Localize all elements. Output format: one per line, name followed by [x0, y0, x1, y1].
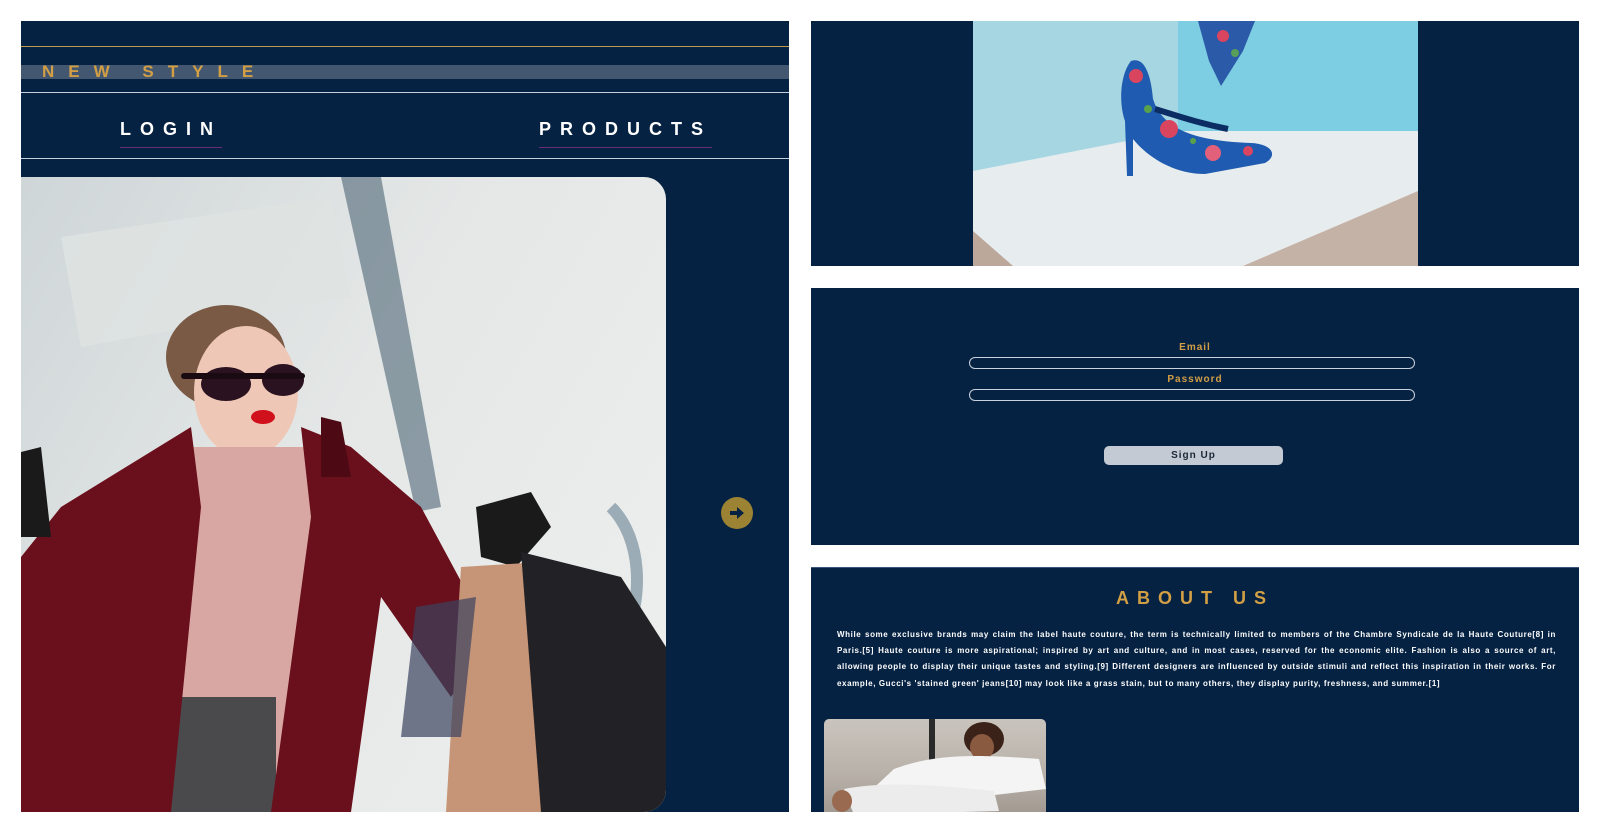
hero-illustration — [21, 177, 666, 812]
hero-image-woman-shopping — [21, 177, 666, 812]
about-us-panel: ABOUT US While some exclusive brands may… — [811, 567, 1579, 812]
about-title: ABOUT US — [1116, 588, 1274, 608]
featured-product-panel — [811, 21, 1579, 266]
nav-products-link[interactable]: PRODUCTS — [539, 117, 713, 148]
email-field[interactable] — [969, 357, 1415, 369]
about-body: While some exclusive brands may claim th… — [837, 630, 1556, 688]
about-photo-illustration — [832, 719, 1046, 812]
email-label: Email — [1179, 342, 1211, 353]
nav-login-link[interactable]: LOGIN — [120, 117, 222, 148]
password-field[interactable] — [969, 389, 1415, 401]
featured-shoe-image[interactable] — [973, 21, 1418, 266]
password-label: Password — [1167, 374, 1223, 385]
header-rule-middle — [21, 92, 789, 93]
next-slide-button[interactable] — [721, 497, 753, 529]
arrow-right-icon — [730, 507, 744, 519]
shoe-illustration — [973, 21, 1418, 266]
sign-up-button[interactable]: Sign Up — [1104, 446, 1283, 465]
hero-panel: NEW STYLE LOGIN PRODUCTS — [21, 21, 789, 812]
signup-form-panel: Email Password Sign Up — [811, 288, 1579, 545]
about-photo — [824, 719, 1046, 812]
header-rule-top — [21, 46, 789, 47]
brand-title: NEW STYLE — [42, 62, 268, 81]
header-rule-bottom — [21, 158, 789, 159]
